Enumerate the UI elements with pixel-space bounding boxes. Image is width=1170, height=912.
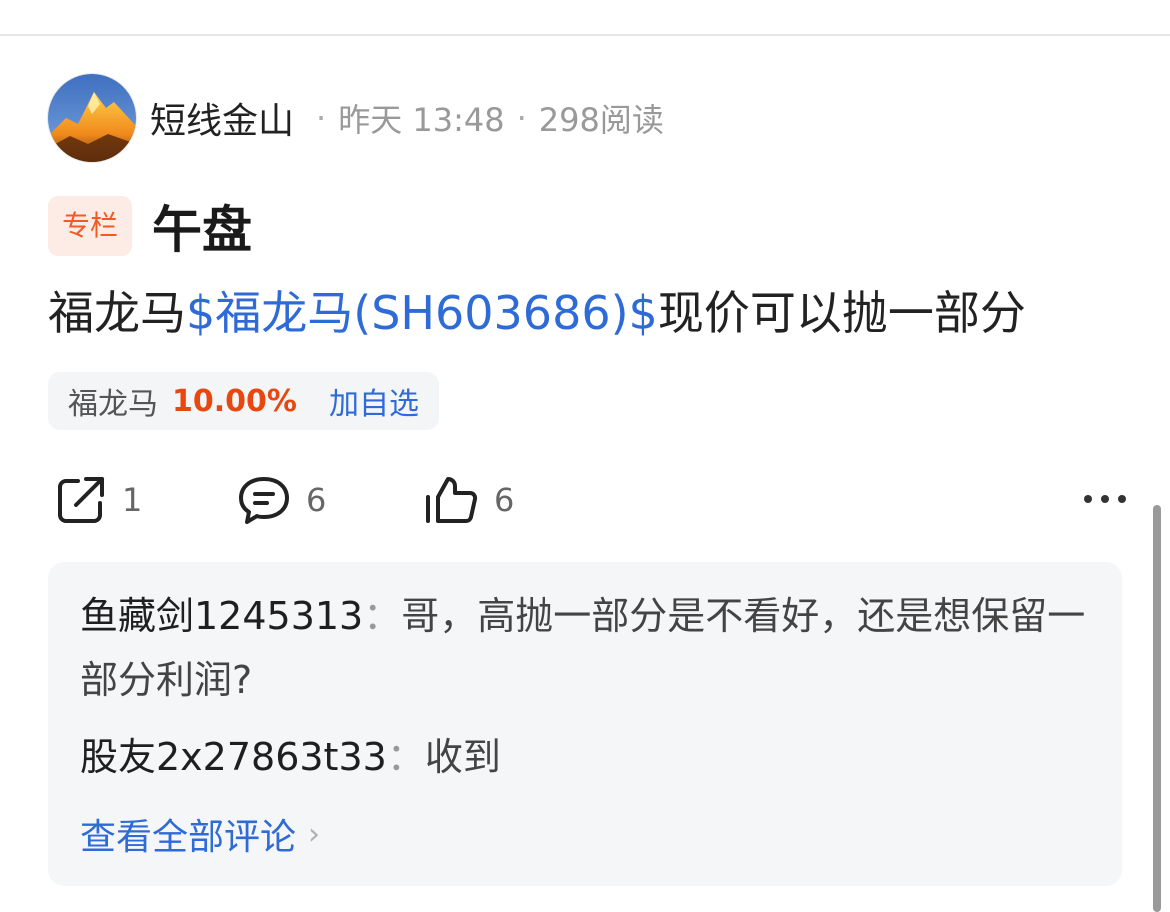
post-time: 昨天 13:48	[338, 101, 505, 139]
stock-chip[interactable]: 福龙马 10.00% 加自选	[48, 372, 439, 430]
body-text-prefix: 福龙马	[48, 286, 186, 340]
view-all-comments-link[interactable]: 查看全部评论 ›	[80, 806, 320, 862]
share-button[interactable]: 1	[54, 468, 142, 532]
author-row: 短线金山 · 昨天 13:48 · 298阅读	[48, 74, 664, 162]
top-divider	[0, 34, 1170, 36]
thumbs-up-icon	[424, 473, 480, 527]
comment-separator: ：	[363, 594, 402, 638]
more-button[interactable]	[1082, 468, 1128, 532]
like-button[interactable]: 6	[424, 468, 514, 532]
comment-count: 6	[306, 481, 327, 519]
meta-separator: ·	[316, 99, 327, 137]
comment-icon	[236, 473, 292, 527]
post-card: 短线金山 · 昨天 13:48 · 298阅读 专栏 午盘 福龙马$福龙马(SH…	[0, 0, 1170, 912]
comment-item[interactable]: 鱼藏剑1245313：哥，高抛一部分是不看好，还是想保留一部分利润?	[80, 584, 1090, 712]
stock-change: 10.00%	[172, 383, 297, 419]
comment-preview: 鱼藏剑1245313：哥，高抛一部分是不看好，还是想保留一部分利润? 股友2x2…	[48, 562, 1122, 886]
like-count: 6	[494, 481, 515, 519]
stock-link[interactable]: $福龙马(SH603686)$	[186, 286, 658, 340]
comment-item[interactable]: 股友2x27863t33：收到	[80, 725, 1090, 789]
post-meta: · 昨天 13:48 · 298阅读	[304, 95, 664, 141]
post-body: 福龙马$福龙马(SH603686)$现价可以抛一部分	[48, 280, 1128, 346]
share-icon	[54, 473, 108, 527]
post-title: 午盘	[152, 201, 253, 259]
column-badge: 专栏	[48, 196, 133, 256]
stock-name: 福龙马	[68, 387, 158, 422]
view-count: 298阅读	[538, 101, 664, 139]
comment-user[interactable]: 鱼藏剑1245313	[80, 594, 363, 638]
comment-user[interactable]: 股友2x27863t33	[80, 735, 387, 779]
action-bar: 1 6 6	[48, 468, 1128, 532]
chevron-right-icon: ›	[308, 816, 321, 852]
title-row: 专栏 午盘	[48, 196, 252, 259]
more-icon	[1082, 491, 1128, 510]
add-watchlist-button[interactable]: 加自选	[329, 379, 419, 423]
share-count: 1	[122, 481, 143, 519]
view-all-label: 查看全部评论	[80, 817, 297, 858]
body-text-suffix: 现价可以抛一部分	[657, 286, 1026, 340]
comment-text: 收到	[424, 735, 501, 779]
author-name[interactable]: 短线金山	[150, 92, 294, 144]
scrollbar[interactable]	[1153, 505, 1161, 912]
comment-button[interactable]: 6	[236, 468, 326, 532]
avatar[interactable]	[48, 74, 136, 162]
meta-separator: ·	[516, 99, 527, 137]
comment-separator: ：	[386, 735, 425, 779]
